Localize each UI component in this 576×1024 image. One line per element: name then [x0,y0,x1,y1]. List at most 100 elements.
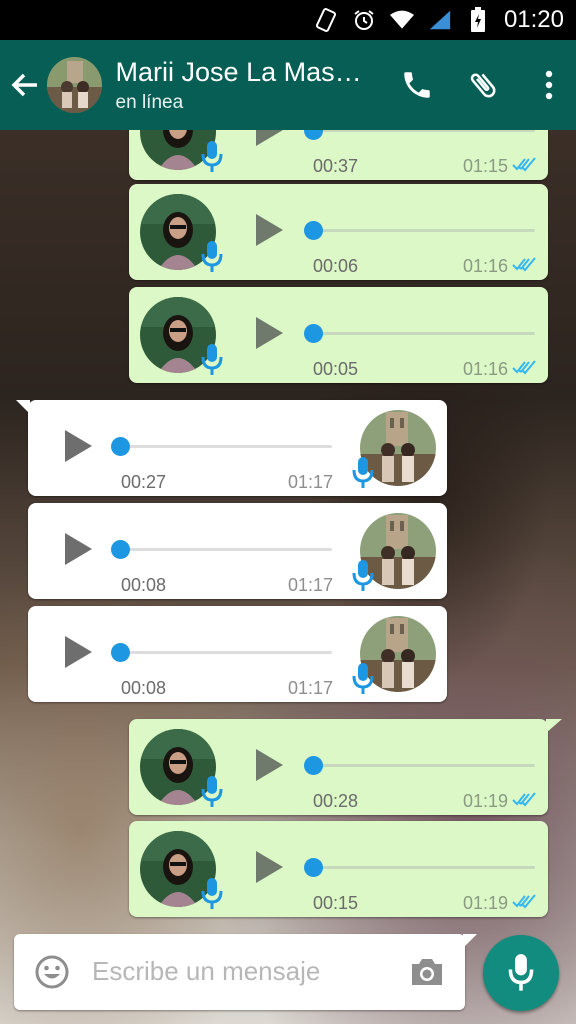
play-icon [65,636,92,668]
play-button[interactable] [249,130,289,150]
signal-icon [428,8,452,32]
play-icon [256,851,283,883]
play-icon [65,430,92,462]
status-bar: 01:20 [0,0,576,40]
voice-duration: 00:08 [121,575,167,595]
progress-knob[interactable] [111,540,130,559]
contact-avatar[interactable] [46,57,102,113]
play-button[interactable] [249,745,289,785]
message-composer: Escribe un mensaje [14,934,477,1010]
voice-message-outgoing: 00:05 01:16 [129,287,548,383]
message-time: 01:19 [462,791,508,811]
voice-duration: 00:08 [121,678,167,698]
play-button[interactable] [249,210,289,250]
voice-duration: 00:28 [313,791,359,811]
message-time: 01:19 [462,893,508,913]
progress-knob[interactable] [111,643,130,662]
more-vert-icon [545,70,553,100]
message-time: 01:15 [462,156,508,176]
play-button[interactable] [249,847,289,887]
voice-duration: 00:05 [313,359,359,379]
play-icon [256,214,283,246]
read-receipt-icon [512,893,536,909]
more-options-button[interactable] [522,55,576,115]
clock-time: 01:20 [503,6,564,33]
voice-record-button[interactable] [483,935,559,1011]
read-receipt-icon [512,791,536,807]
microphone-icon [352,456,374,490]
progress-knob[interactable] [304,858,323,877]
audio-progress-bar[interactable] [111,540,332,559]
voice-message-incoming: 00:08 01:17 [28,503,447,599]
vibrate-icon [314,8,338,32]
voice-duration: 00:06 [313,256,359,276]
play-button[interactable] [58,529,98,569]
paperclip-icon [470,73,496,98]
bubble-tail [546,719,562,733]
microphone-icon [201,877,223,911]
audio-progress-bar[interactable] [304,858,535,877]
audio-progress-bar[interactable] [304,130,535,140]
progress-knob[interactable] [304,756,323,775]
emoji-icon [35,955,69,989]
arrow-left-icon [11,73,38,97]
play-icon [256,749,283,781]
contact-info[interactable]: Marii Jose La Mas… en línea [116,57,374,114]
microphone-icon [352,662,374,696]
battery-icon [466,7,490,32]
composer-tail [463,934,477,948]
back-button[interactable] [4,40,47,130]
voice-duration: 00:27 [121,472,167,492]
message-time: 01:17 [287,678,333,698]
audio-progress-bar[interactable] [111,643,332,662]
audio-progress-bar[interactable] [304,756,535,775]
message-time: 01:16 [462,359,508,379]
voice-duration: 00:37 [313,156,359,176]
read-receipt-icon [512,256,536,272]
play-icon [256,317,283,349]
camera-button[interactable] [409,956,445,988]
play-button[interactable] [249,313,289,353]
audio-progress-bar[interactable] [111,437,332,456]
voice-message-incoming: 00:08 01:17 [28,606,447,702]
microphone-icon [352,559,374,593]
attach-button[interactable] [456,55,510,115]
voice-duration: 00:15 [313,893,359,913]
message-list[interactable]: 00:37 01:15 00:06 01:16 00:05 01:16 00:2… [0,130,576,930]
play-button[interactable] [58,426,98,466]
microphone-icon [201,775,223,809]
voice-message-outgoing: 00:15 01:19 [129,821,548,917]
progress-knob[interactable] [111,437,130,456]
microphone-icon [508,954,534,991]
audio-progress-bar[interactable] [304,324,535,343]
alarm-icon [352,8,376,32]
bubble-tail [16,400,30,414]
microphone-icon [201,343,223,377]
call-button[interactable] [390,55,444,115]
microphone-icon [201,140,223,174]
phone-icon [404,72,430,98]
contact-name: Marii Jose La Mas… [115,56,362,87]
wifi-icon [389,8,414,32]
message-time: 01:17 [287,575,333,595]
play-icon [256,130,283,146]
voice-message-incoming: 00:27 01:17 [16,400,447,496]
message-time: 01:17 [287,472,333,492]
audio-progress-bar[interactable] [304,221,535,240]
progress-knob[interactable] [304,130,323,140]
play-button[interactable] [58,632,98,672]
voice-message-outgoing: 00:37 01:15 [129,130,548,180]
message-input[interactable]: Escribe un mensaje [92,956,320,987]
emoji-button[interactable] [34,954,70,990]
contact-status: en línea [115,91,184,113]
voice-message-outgoing: 00:28 01:19 [129,719,562,815]
voice-message-outgoing: 00:06 01:16 [129,184,548,280]
microphone-icon [201,240,223,274]
progress-knob[interactable] [304,324,323,343]
chat-header: Marii Jose La Mas… en línea [0,40,576,130]
read-receipt-icon [512,156,536,172]
play-icon [65,533,92,565]
message-time: 01:16 [462,256,508,276]
progress-knob[interactable] [304,221,323,240]
read-receipt-icon [512,359,536,375]
